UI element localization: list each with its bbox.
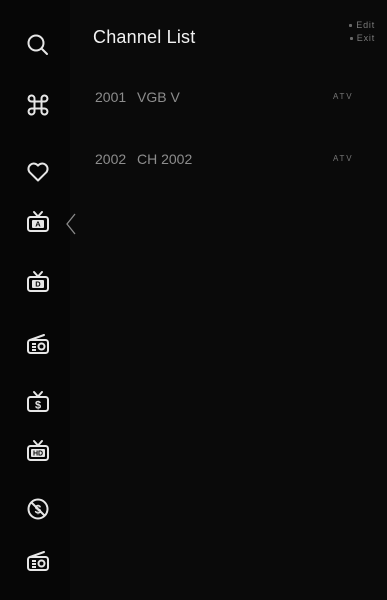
tv-analog-icon[interactable]: A (24, 208, 52, 236)
heart-icon[interactable] (24, 158, 52, 186)
channel-number: 2002 (95, 151, 127, 167)
exit-hint[interactable]: Exit (349, 32, 375, 45)
edit-hint[interactable]: Edit (349, 19, 375, 32)
tv-pay-icon[interactable]: $ (24, 388, 52, 416)
channel-row[interactable]: 2001 VGB V ATV (95, 89, 365, 111)
key-icon (349, 37, 353, 40)
key-icon (349, 24, 353, 27)
free-icon[interactable]: $ (24, 495, 52, 523)
command-icon[interactable] (24, 91, 52, 119)
channel-number: 2001 (95, 89, 127, 105)
radio-icon[interactable] (24, 330, 52, 358)
page-title: Channel List (93, 27, 196, 47)
channel-name: CH 2002 (137, 151, 193, 167)
tv-digital-icon[interactable]: D (24, 268, 52, 296)
sidebar: A D $ HD $ (0, 0, 76, 600)
key-hints: Edit Exit (349, 19, 375, 45)
svg-text:HD: HD (33, 451, 43, 458)
channel-name: VGB V (137, 89, 180, 105)
search-icon[interactable] (24, 31, 52, 59)
svg-text:A: A (35, 220, 41, 229)
channel-type: ATV (333, 92, 354, 101)
svg-text:D: D (35, 280, 41, 289)
channel-type: ATV (333, 154, 354, 163)
exit-hint-label: Exit (356, 33, 375, 43)
radio-icon[interactable] (24, 547, 52, 575)
chevron-left-icon (64, 212, 78, 236)
tv-hd-icon[interactable]: HD (24, 437, 52, 465)
channel-row[interactable]: 2002 CH 2002 ATV (95, 151, 365, 173)
channel-list-screen: A D $ HD $ Channel List Edit Exit 2001 V… (0, 0, 387, 600)
svg-text:$: $ (35, 400, 41, 412)
edit-hint-label: Edit (356, 20, 375, 30)
